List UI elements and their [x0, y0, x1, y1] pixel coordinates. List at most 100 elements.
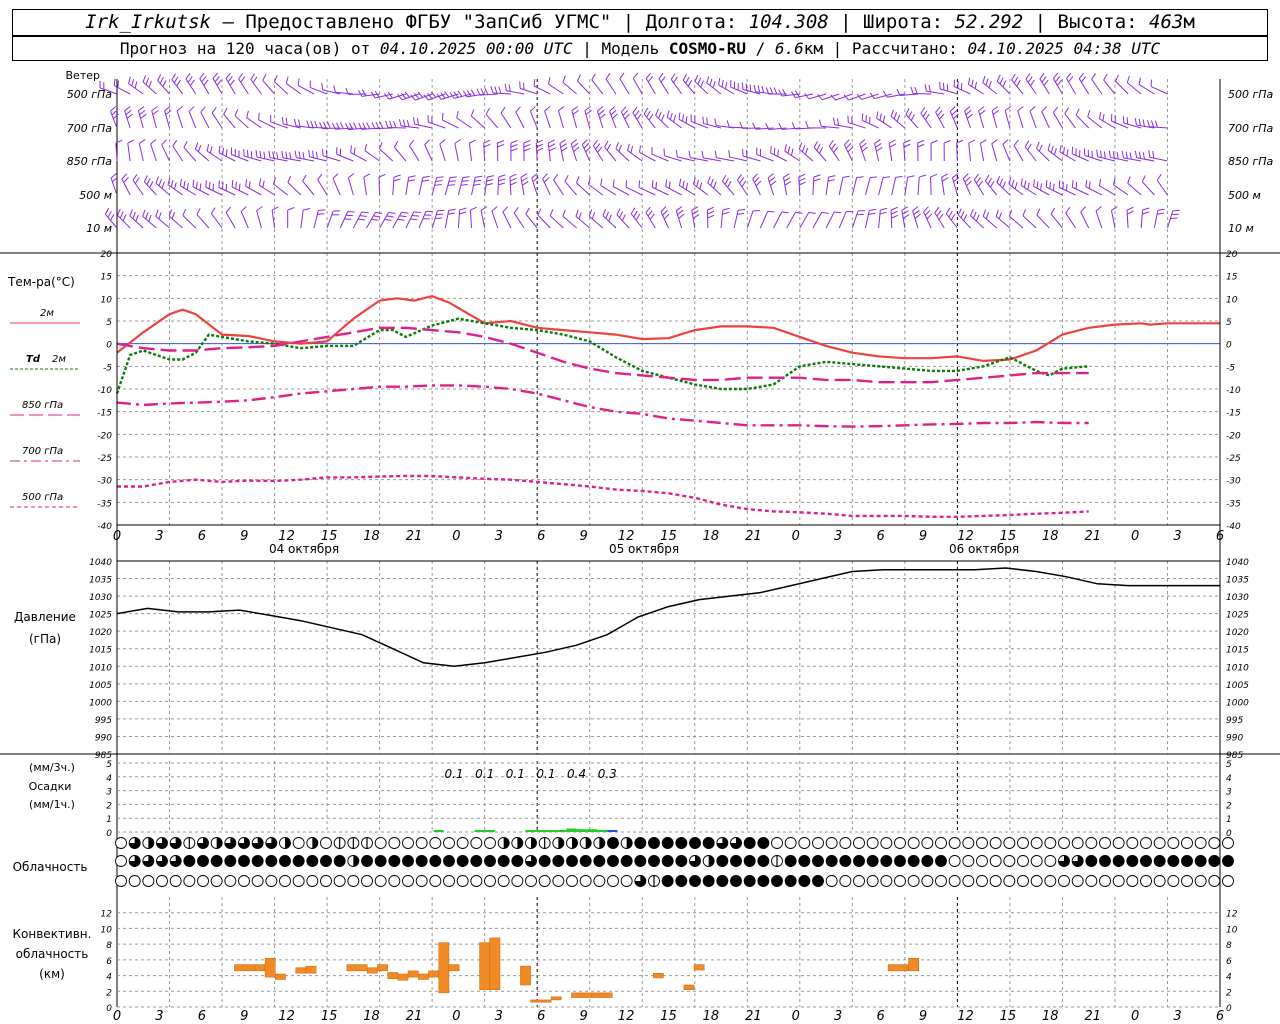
wind-barb: [602, 215, 617, 229]
wind-barb-flag: [212, 183, 215, 191]
wind-barb-flag: [769, 87, 774, 95]
cloud-symbol: [1167, 837, 1180, 849]
wind-barb: [469, 210, 473, 229]
wind-barb: [851, 210, 859, 229]
wind-barb-flag: [560, 143, 567, 148]
wind-barb-flag: [974, 81, 978, 89]
temp-ytick-left: -15: [97, 409, 112, 419]
wind-barb-flag: [139, 109, 146, 115]
wind-barb-flag: [375, 211, 383, 214]
cloud-symbol: [415, 875, 428, 887]
convective-bar: [366, 967, 378, 974]
cloud-circle: [1099, 855, 1111, 867]
wind-barb-flag: [739, 177, 745, 184]
conv-ytick-right: 2: [1226, 988, 1232, 998]
cloud-symbol: [675, 855, 688, 867]
wind-barb-flag: [1071, 180, 1074, 188]
wind-barb-flag: [1111, 206, 1118, 211]
wind-barb-flag: [578, 212, 582, 220]
cloud-symbol: [853, 855, 865, 867]
wind-barb: [302, 180, 315, 196]
wind-barb-flag: [172, 140, 178, 147]
wind-barb-flag: [1039, 72, 1045, 79]
wind-barb: [150, 143, 157, 162]
wind-barb-flag: [948, 210, 953, 218]
cloud-symbol: [183, 875, 196, 887]
wind-barb-flag: [402, 119, 406, 127]
wind-barb-flag: [1156, 212, 1165, 215]
wind-barb: [1013, 145, 1024, 162]
wind-barb-flag: [210, 207, 216, 214]
wind-barb-flag: [225, 149, 228, 157]
wind-barb-flag: [987, 177, 992, 185]
conv-title-2: облачность: [16, 947, 89, 961]
cloud-circle: [1112, 855, 1125, 867]
conv-xtick: 15: [660, 1009, 677, 1024]
cloud-circle: [1030, 875, 1043, 887]
wind-barb-flag: [549, 209, 554, 216]
wind-barb-flag: [208, 181, 211, 190]
conv-ytick-right: 8: [1226, 941, 1232, 951]
wind-barb: [848, 122, 866, 129]
wind-barb-flag: [741, 180, 747, 187]
cloud-symbol: [497, 875, 510, 887]
wind-barb: [1041, 111, 1050, 129]
wind-barb: [457, 177, 464, 196]
wind-barb-flag: [608, 214, 612, 222]
cloud-half: [585, 837, 592, 849]
conv-xtick: 9: [240, 1009, 248, 1024]
wind-barb-flag: [1036, 208, 1041, 216]
cloud-symbol: [771, 837, 783, 849]
pres-ytick-right: 995: [1226, 716, 1243, 726]
wind-barb: [577, 80, 591, 95]
wind-barb-flag: [1088, 181, 1091, 189]
wind-barb-flag: [600, 178, 603, 186]
precip-bar: [535, 830, 546, 832]
wind-barb-flag: [591, 73, 596, 81]
wind-barb-flag: [548, 147, 556, 152]
wind-barb: [418, 177, 424, 196]
cloud-symbol: [1058, 875, 1070, 887]
cloud-symbol: [128, 855, 141, 867]
cloud-symbol: [1003, 875, 1016, 887]
wind-barb-flag: [1121, 150, 1124, 158]
wind-barb-flag: [165, 109, 172, 115]
wind-barb-flag: [773, 147, 776, 155]
convective-bar: [591, 992, 613, 998]
wind-barb-flag: [685, 116, 688, 124]
cloud-circle: [306, 855, 319, 867]
wind-barb-flag: [941, 173, 948, 178]
cloud-circle: [347, 875, 360, 887]
wind-barb: [799, 212, 810, 229]
wind-barb-flag: [938, 213, 944, 220]
wind-barb: [326, 210, 334, 229]
cloud-symbol: [921, 855, 934, 867]
wind-barb-flag: [687, 79, 693, 87]
wind-barb: [117, 214, 131, 229]
wind-barb: [632, 78, 643, 95]
wind-barb-flag: [459, 211, 467, 215]
cloud-circle: [429, 875, 442, 887]
wind-barb-flag: [721, 79, 724, 88]
wind-barb-flag: [314, 120, 318, 128]
cloud-symbol: [921, 875, 934, 887]
wind-barb-flag: [914, 86, 918, 94]
wind-barb-flag: [960, 211, 965, 218]
wind-barb-flag: [889, 143, 897, 148]
wind-barb-flag: [669, 112, 673, 120]
wind-barb-flag: [447, 184, 455, 186]
conv-xtick: 3: [155, 1009, 163, 1024]
wind-barb-flag: [621, 214, 626, 221]
prec-ytick-left: 5: [106, 760, 112, 770]
cloud-symbol: [894, 837, 906, 849]
wind-barb-flag: [1025, 73, 1031, 80]
wind-barb-flag: [117, 80, 120, 88]
wind-barb: [591, 79, 604, 95]
cloud-symbol: [880, 837, 893, 849]
wind-barb: [444, 177, 451, 196]
wind-barb-flag: [413, 211, 421, 214]
wind-barb-flag: [1142, 211, 1150, 215]
wind-barb-flag: [205, 180, 207, 188]
cloud-circle: [1194, 837, 1207, 849]
wind-barb: [957, 214, 971, 229]
